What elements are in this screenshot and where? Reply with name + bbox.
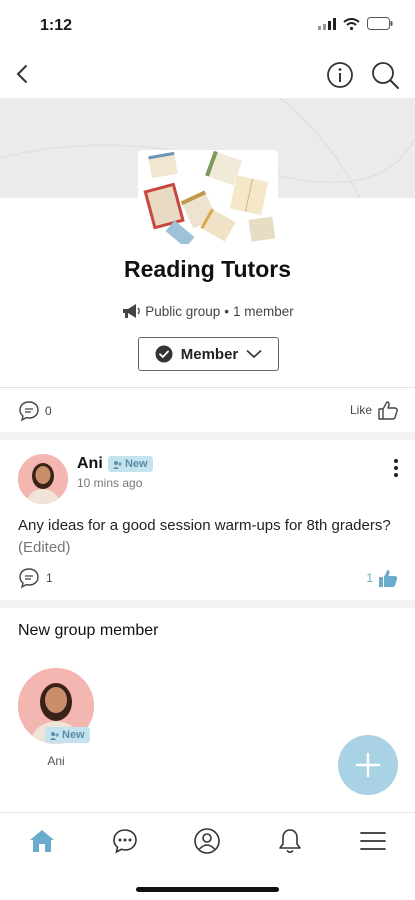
membership-label: Member — [180, 345, 239, 363]
plus-icon — [355, 752, 381, 778]
group-visibility: Public group — [145, 303, 221, 319]
post-author[interactable]: Ani — [77, 455, 103, 473]
group-image — [138, 150, 278, 244]
post-comment-count-value: 1 — [46, 571, 53, 585]
check-circle-icon — [155, 345, 173, 363]
battery-icon — [367, 17, 393, 30]
chevron-left-icon[interactable] — [10, 60, 36, 88]
membership-button[interactable]: Member — [138, 337, 279, 371]
group-comment-count[interactable]: 0 — [18, 400, 52, 422]
like-label: Like — [349, 403, 372, 417]
new-member-icon — [113, 460, 122, 469]
member-name: Ani — [47, 754, 65, 768]
status-icons — [318, 17, 393, 30]
tab-profile[interactable] — [192, 826, 222, 856]
divider — [0, 387, 415, 388]
post-card[interactable]: Ani New 10 mins ago Any ideas for a good… — [0, 440, 415, 600]
group-comment-count-value: 0 — [45, 404, 52, 418]
group-member-count[interactable]: 1 member — [233, 304, 294, 319]
post-comment-count[interactable]: 1 — [18, 567, 53, 589]
signal-icon — [318, 17, 336, 30]
tab-bar — [0, 812, 415, 900]
post-like-count[interactable]: 1 — [366, 567, 399, 589]
new-badge-label: New — [125, 458, 148, 470]
chat-icon — [113, 829, 137, 854]
group-reactions-row: 0 Like — [0, 396, 415, 430]
new-member-icon — [50, 731, 59, 740]
status-time: 1:12 — [40, 17, 73, 34]
meta-separator: • — [224, 303, 229, 319]
group-meta: Public group • 1 member — [0, 303, 415, 319]
comment-icon — [19, 401, 39, 422]
tab-chat[interactable] — [110, 826, 140, 856]
home-indicator — [136, 887, 279, 892]
tab-home[interactable] — [27, 826, 57, 856]
menu-icon — [360, 832, 386, 850]
thumbs-up-icon — [379, 570, 398, 587]
bell-icon — [279, 829, 301, 854]
divider — [0, 600, 415, 608]
new-member-section-title: New group member — [18, 622, 159, 639]
chevron-down-icon — [246, 349, 262, 359]
add-post-button[interactable] — [338, 735, 398, 795]
nav-bar — [0, 50, 415, 98]
like-button[interactable]: Like — [350, 399, 399, 421]
member-card[interactable]: New Ani — [18, 668, 96, 778]
profile-icon — [194, 828, 220, 854]
thumbs-up-icon — [378, 401, 398, 420]
avatar[interactable] — [18, 454, 68, 504]
comment-icon — [19, 568, 39, 589]
new-badge-label: New — [62, 729, 85, 741]
post-edited-label: (Edited) — [18, 539, 71, 556]
post-text: Any ideas for a good session warm-ups fo… — [18, 517, 391, 534]
group-title: Reading Tutors — [124, 256, 291, 282]
more-vertical-icon[interactable] — [391, 458, 401, 478]
status-bar: 1:12 — [0, 0, 415, 50]
divider — [0, 432, 415, 440]
new-badge: New — [108, 456, 153, 472]
tab-menu[interactable] — [358, 826, 388, 856]
tab-notifications[interactable] — [275, 826, 305, 856]
new-badge: New — [45, 727, 90, 743]
post-timestamp: 10 mins ago — [77, 476, 143, 490]
wifi-icon — [343, 17, 360, 30]
post-body: Any ideas for a good session warm-ups fo… — [18, 515, 403, 559]
info-icon[interactable] — [325, 60, 355, 90]
post-like-count-value: 1 — [366, 571, 373, 585]
home-icon — [30, 830, 54, 852]
megaphone-icon — [123, 304, 141, 318]
search-icon[interactable] — [370, 60, 400, 90]
